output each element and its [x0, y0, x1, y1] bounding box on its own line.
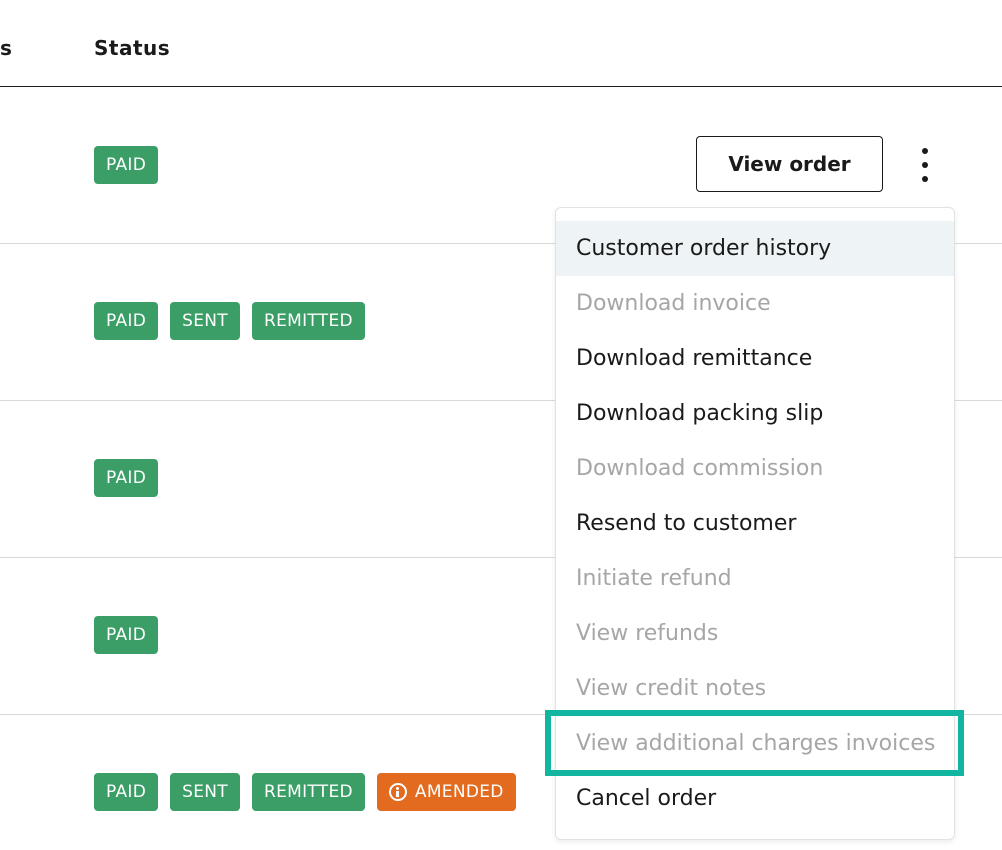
view-order-button[interactable]: View order: [696, 136, 883, 192]
menu-item-customer-order-history[interactable]: Customer order history: [556, 221, 954, 276]
menu-item-initiate-refund: Initiate refund: [576, 566, 732, 591]
menu-item-resend-to-customer[interactable]: Resend to customer: [556, 496, 954, 551]
column-header-previous: s: [0, 36, 13, 60]
status-badge-paid: PAID: [94, 773, 159, 811]
table-row-4-status: PAID: [94, 616, 159, 654]
status-badge-amended: AMENDED: [376, 773, 516, 811]
status-badge-sent: SENT: [170, 773, 240, 811]
kebab-menu-icon[interactable]: [912, 148, 938, 182]
table-row-1-status: PAID: [94, 146, 159, 184]
table-row-5-status: PAID SENT REMITTED AMENDED: [94, 773, 516, 811]
order-actions-menu: Customer order history Download invoice …: [555, 207, 955, 840]
status-badge-paid: PAID: [94, 459, 159, 497]
menu-item-view-additional-charges-invoices: View additional charges invoices: [576, 731, 936, 756]
menu-item-download-invoice: Download invoice: [576, 291, 771, 316]
info-icon: [388, 783, 407, 801]
menu-item-download-packing-slip[interactable]: Download packing slip: [556, 386, 954, 441]
menu-item-download-commission: Download commission: [576, 456, 824, 481]
menu-item-cancel-order[interactable]: Cancel order: [556, 771, 954, 826]
column-header-status: Status: [94, 36, 171, 60]
table-row-3-status: PAID: [94, 459, 159, 497]
status-badge-paid: PAID: [94, 616, 159, 654]
table-header: s Status: [0, 0, 1002, 87]
status-badge-remitted: REMITTED: [251, 773, 365, 811]
status-badge-paid: PAID: [94, 146, 159, 184]
menu-item-view-refunds: View refunds: [576, 621, 719, 646]
status-badge-remitted: REMITTED: [251, 302, 365, 340]
menu-item-download-remittance[interactable]: Download remittance: [556, 331, 954, 386]
table-row-2-status: PAID SENT REMITTED: [94, 302, 365, 340]
amended-label: AMENDED: [414, 782, 504, 802]
menu-item-view-credit-notes: View credit notes: [576, 676, 767, 701]
status-badge-sent: SENT: [170, 302, 240, 340]
status-badge-paid: PAID: [94, 302, 159, 340]
